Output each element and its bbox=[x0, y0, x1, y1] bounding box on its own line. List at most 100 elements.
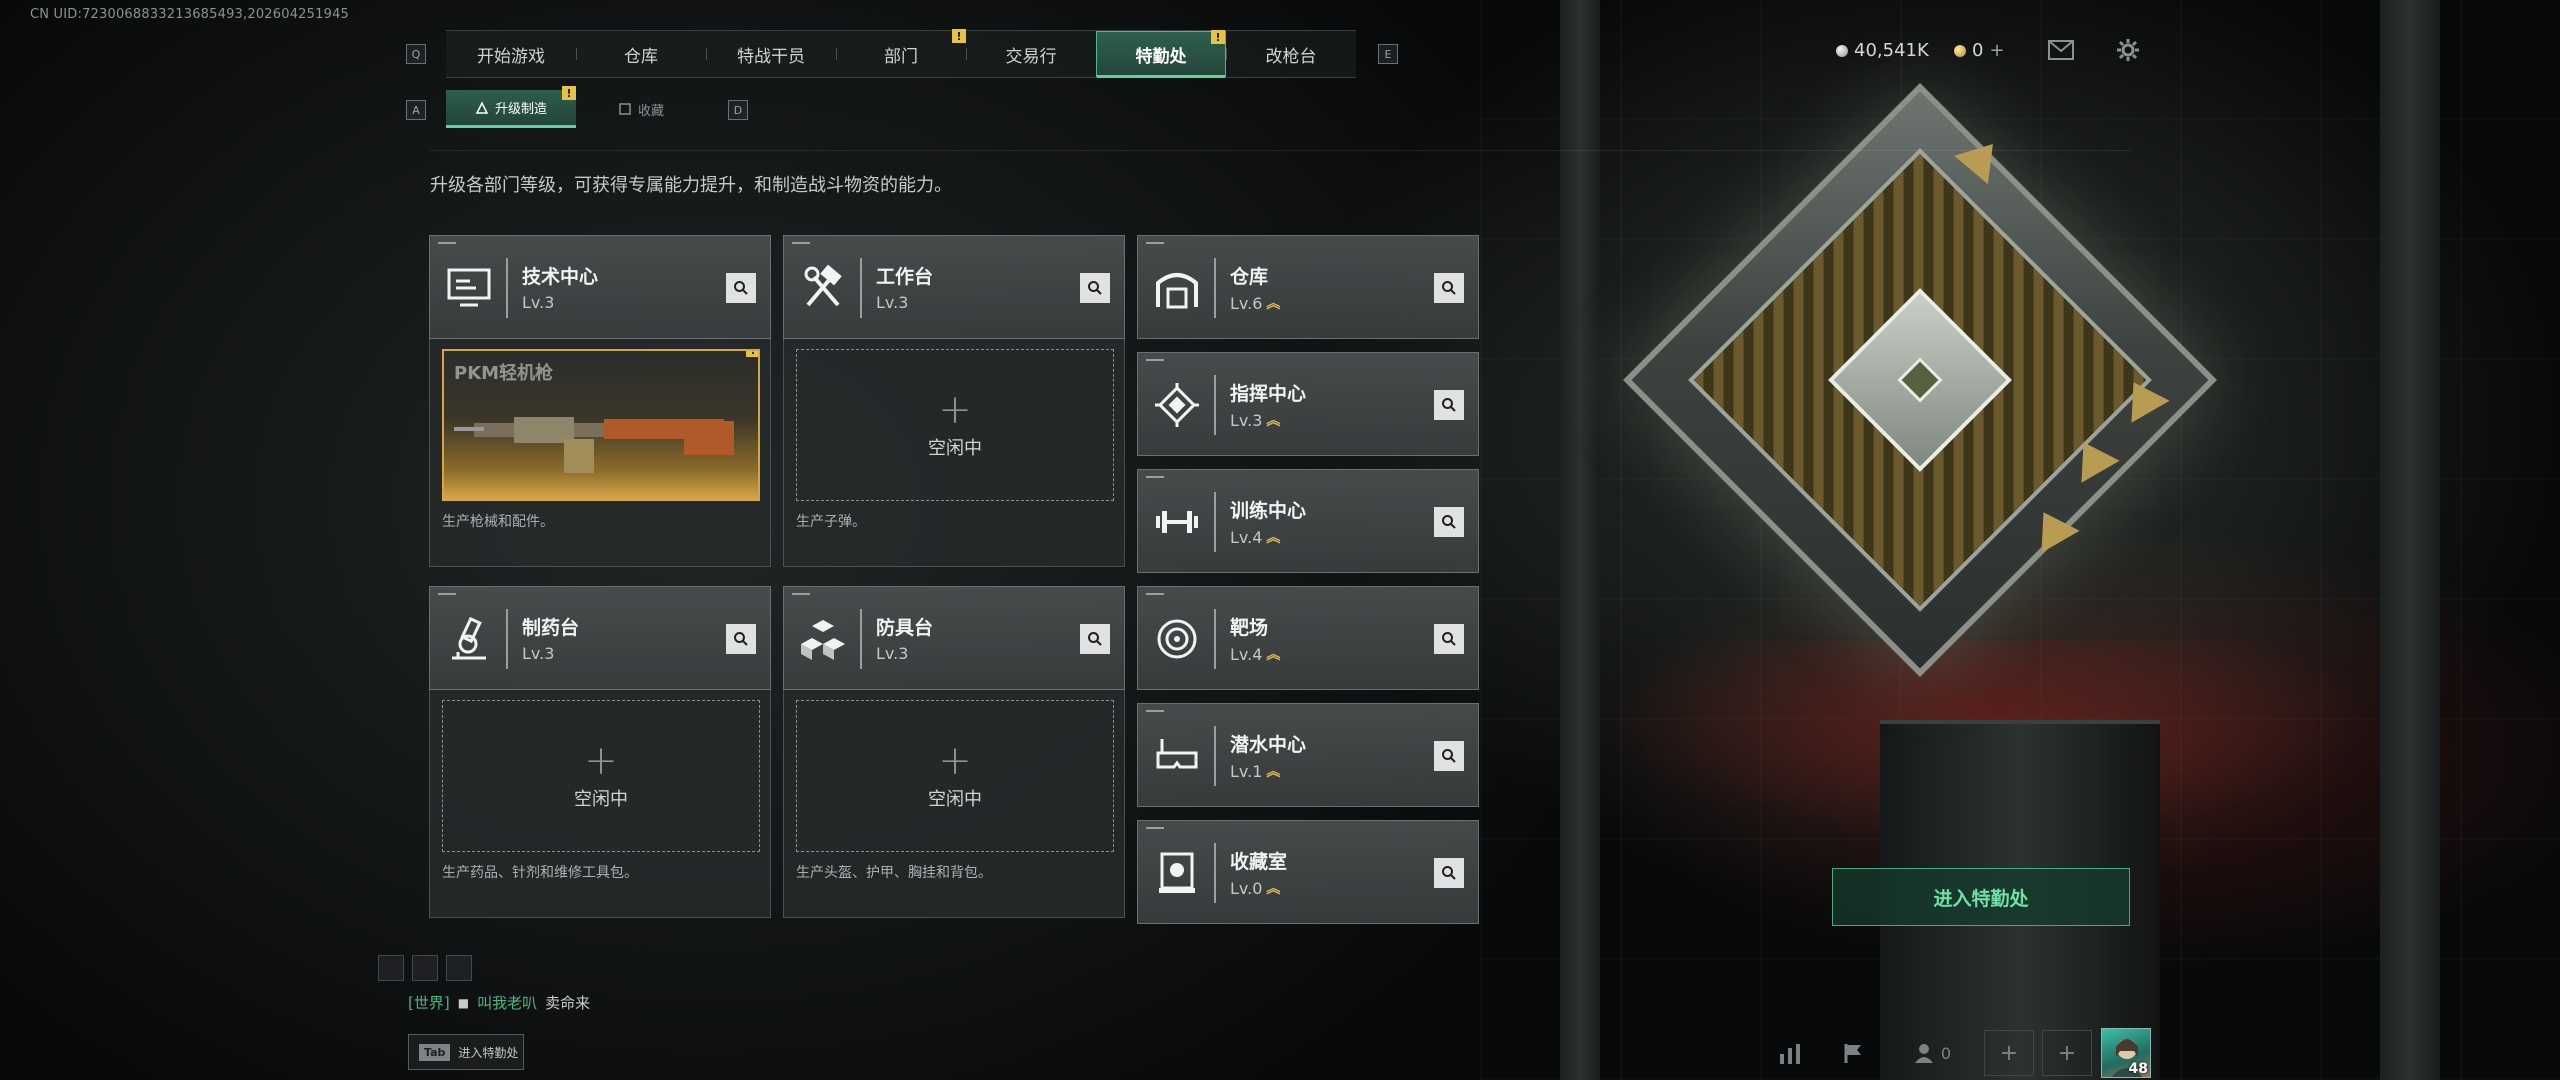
tab-label: 开始游戏 bbox=[477, 46, 545, 67]
search-button[interactable] bbox=[1080, 624, 1110, 654]
stats-chart-icon[interactable] bbox=[1765, 1030, 1815, 1076]
card-separator bbox=[1214, 609, 1216, 669]
silver-coin-icon bbox=[1836, 44, 1848, 57]
silver-amount: 40,541K bbox=[1854, 40, 1929, 61]
facility-card-shooting-range[interactable]: 靶场 Lv.4 ︽ bbox=[1137, 586, 1479, 690]
facility-level: Lv.3 bbox=[522, 293, 554, 312]
add-currency-icon[interactable]: + bbox=[1989, 40, 2004, 61]
facility-name: 靶场 bbox=[1230, 617, 1269, 639]
card-tag bbox=[1146, 476, 1164, 478]
subtab-label: 收藏 bbox=[637, 103, 664, 119]
facility-card-warehouse[interactable]: 仓库 Lv.6 ︽ bbox=[1137, 235, 1479, 339]
card-tag bbox=[438, 593, 456, 595]
page-description: 升级各部门等级，可获得专属能力提升，和制造战斗物资的能力。 bbox=[430, 175, 952, 196]
player-avatar[interactable]: 48 bbox=[2101, 1028, 2151, 1078]
production-slot-idle[interactable]: + 空闲中 bbox=[442, 700, 760, 852]
upgrade-available-icon: ︽ bbox=[1266, 881, 1280, 897]
search-button[interactable] bbox=[1080, 273, 1110, 303]
upgrade-available-icon: ︽ bbox=[1266, 530, 1280, 546]
gold-currency[interactable]: 0 + bbox=[1954, 40, 2005, 61]
facility-card-tech-center[interactable]: 技术中心 Lv.3 bbox=[429, 235, 771, 339]
search-button[interactable] bbox=[1434, 858, 1464, 888]
gold-coin-icon bbox=[1954, 44, 1966, 57]
background-pillar bbox=[2380, 0, 2440, 1080]
sub-tab-bar: 升级制造 ! 收藏 bbox=[446, 86, 706, 128]
quick-slot[interactable] bbox=[446, 955, 472, 981]
add-party-slot-button[interactable]: + bbox=[1984, 1030, 2034, 1076]
warehouse-icon bbox=[1152, 260, 1202, 316]
search-button[interactable] bbox=[1434, 390, 1464, 420]
tab-label: 特战干员 bbox=[737, 46, 805, 67]
add-party-slot-button[interactable]: + bbox=[2042, 1030, 2092, 1076]
facility-level: Lv.3 bbox=[522, 644, 554, 663]
tab-label: 部门 bbox=[884, 46, 918, 67]
production-slot-idle[interactable]: + 空闲中 bbox=[796, 349, 1114, 501]
tab-trading[interactable]: 交易行 bbox=[966, 31, 1096, 77]
search-icon bbox=[734, 281, 748, 295]
search-button[interactable] bbox=[1434, 273, 1464, 303]
player-level: 48 bbox=[2128, 1061, 2148, 1077]
facility-name: 训练中心 bbox=[1230, 500, 1307, 522]
tab-start-game[interactable]: 开始游戏 bbox=[446, 31, 576, 77]
card-separator bbox=[860, 258, 862, 318]
facility-card-command-center[interactable]: 指挥中心 Lv.3 ︽ bbox=[1137, 352, 1479, 456]
facility-name: 收藏室 bbox=[1230, 851, 1288, 873]
card-tag bbox=[1146, 242, 1164, 244]
tab-label: 仓库 bbox=[624, 46, 658, 67]
search-button[interactable] bbox=[726, 273, 756, 303]
chip-icon bbox=[1152, 377, 1202, 433]
tab-operators[interactable]: 特战干员 bbox=[706, 31, 836, 77]
background-pillar bbox=[1560, 0, 1600, 1080]
production-slot-idle[interactable]: + 空闲中 bbox=[796, 700, 1114, 852]
card-tag bbox=[1146, 710, 1164, 712]
level-text: Lv.3 bbox=[522, 293, 555, 312]
subtab-upgrade-craft[interactable]: 升级制造 ! bbox=[446, 86, 576, 128]
quick-slot[interactable] bbox=[412, 955, 438, 981]
card-separator bbox=[1214, 258, 1216, 318]
facility-card-collection-room[interactable]: 收藏室 Lv.0 ︽ bbox=[1137, 820, 1479, 924]
search-button[interactable] bbox=[1434, 507, 1464, 537]
tab-key-hint-button[interactable]: Tab 进入特勤处 bbox=[408, 1034, 524, 1070]
production-slot-panel: + 空闲中 生产子弹。 bbox=[783, 339, 1125, 567]
special-ops-cube bbox=[1600, 60, 2240, 700]
subtab-collection[interactable]: 收藏 bbox=[576, 90, 706, 128]
key-hint-e: E bbox=[1378, 44, 1398, 64]
settings-gear-icon[interactable] bbox=[2116, 38, 2140, 66]
facility-card-workbench[interactable]: 工作台 Lv.3 bbox=[783, 235, 1125, 339]
card-separator bbox=[1214, 726, 1216, 786]
silver-currency[interactable]: 40,541K bbox=[1836, 40, 1929, 61]
microscope-icon bbox=[444, 611, 494, 667]
flag-icon[interactable] bbox=[1828, 1030, 1878, 1076]
search-button[interactable] bbox=[1434, 624, 1464, 654]
chat-message: 卖命来 bbox=[545, 994, 591, 1012]
tab-label: 特勤处 bbox=[1135, 46, 1187, 67]
slot-description: 生产头盔、护甲、胸挂和背包。 bbox=[796, 865, 992, 881]
quick-slot[interactable] bbox=[378, 955, 404, 981]
tab-warehouse[interactable]: 仓库 bbox=[576, 31, 706, 77]
craft-icon bbox=[475, 100, 489, 114]
chat-line[interactable]: [世界] ■ 叫我老叭 卖命来 bbox=[408, 992, 590, 1013]
facility-name: 防具台 bbox=[876, 617, 934, 639]
friends-button[interactable]: 0 bbox=[1892, 1030, 1972, 1076]
search-button[interactable] bbox=[726, 624, 756, 654]
gold-amount: 0 bbox=[1972, 40, 1984, 61]
facility-card-pharmacy[interactable]: 制药台 Lv.3 bbox=[429, 586, 771, 690]
tab-gunsmith[interactable]: 改枪台 bbox=[1226, 31, 1356, 77]
facility-card-diving-center[interactable]: 潜水中心 Lv.1 ︽ bbox=[1137, 703, 1479, 807]
pkm-machine-gun-icon bbox=[454, 417, 734, 473]
facility-card-armor-bench[interactable]: 防具台 Lv.3 bbox=[783, 586, 1125, 690]
mail-icon[interactable] bbox=[2048, 40, 2074, 64]
tab-label: 改枪台 bbox=[1265, 46, 1317, 67]
diving-mask-icon bbox=[1152, 728, 1202, 784]
production-slot-producing[interactable]: PKM轻机枪 ! bbox=[442, 349, 760, 501]
cubes-icon bbox=[798, 611, 848, 667]
tab-special-ops[interactable]: 特勤处 ! bbox=[1096, 30, 1226, 78]
facility-card-training-center[interactable]: 训练中心 Lv.4 ︽ bbox=[1137, 469, 1479, 573]
level-text: Lv.3 bbox=[876, 644, 909, 663]
facility-name: 工作台 bbox=[876, 266, 934, 288]
enter-special-ops-button[interactable]: 进入特勤处 bbox=[1832, 868, 2130, 926]
tab-departments[interactable]: 部门 ! bbox=[836, 29, 966, 77]
search-button[interactable] bbox=[1434, 741, 1464, 771]
trophy-case-icon bbox=[1152, 845, 1202, 901]
card-separator bbox=[1214, 375, 1216, 435]
